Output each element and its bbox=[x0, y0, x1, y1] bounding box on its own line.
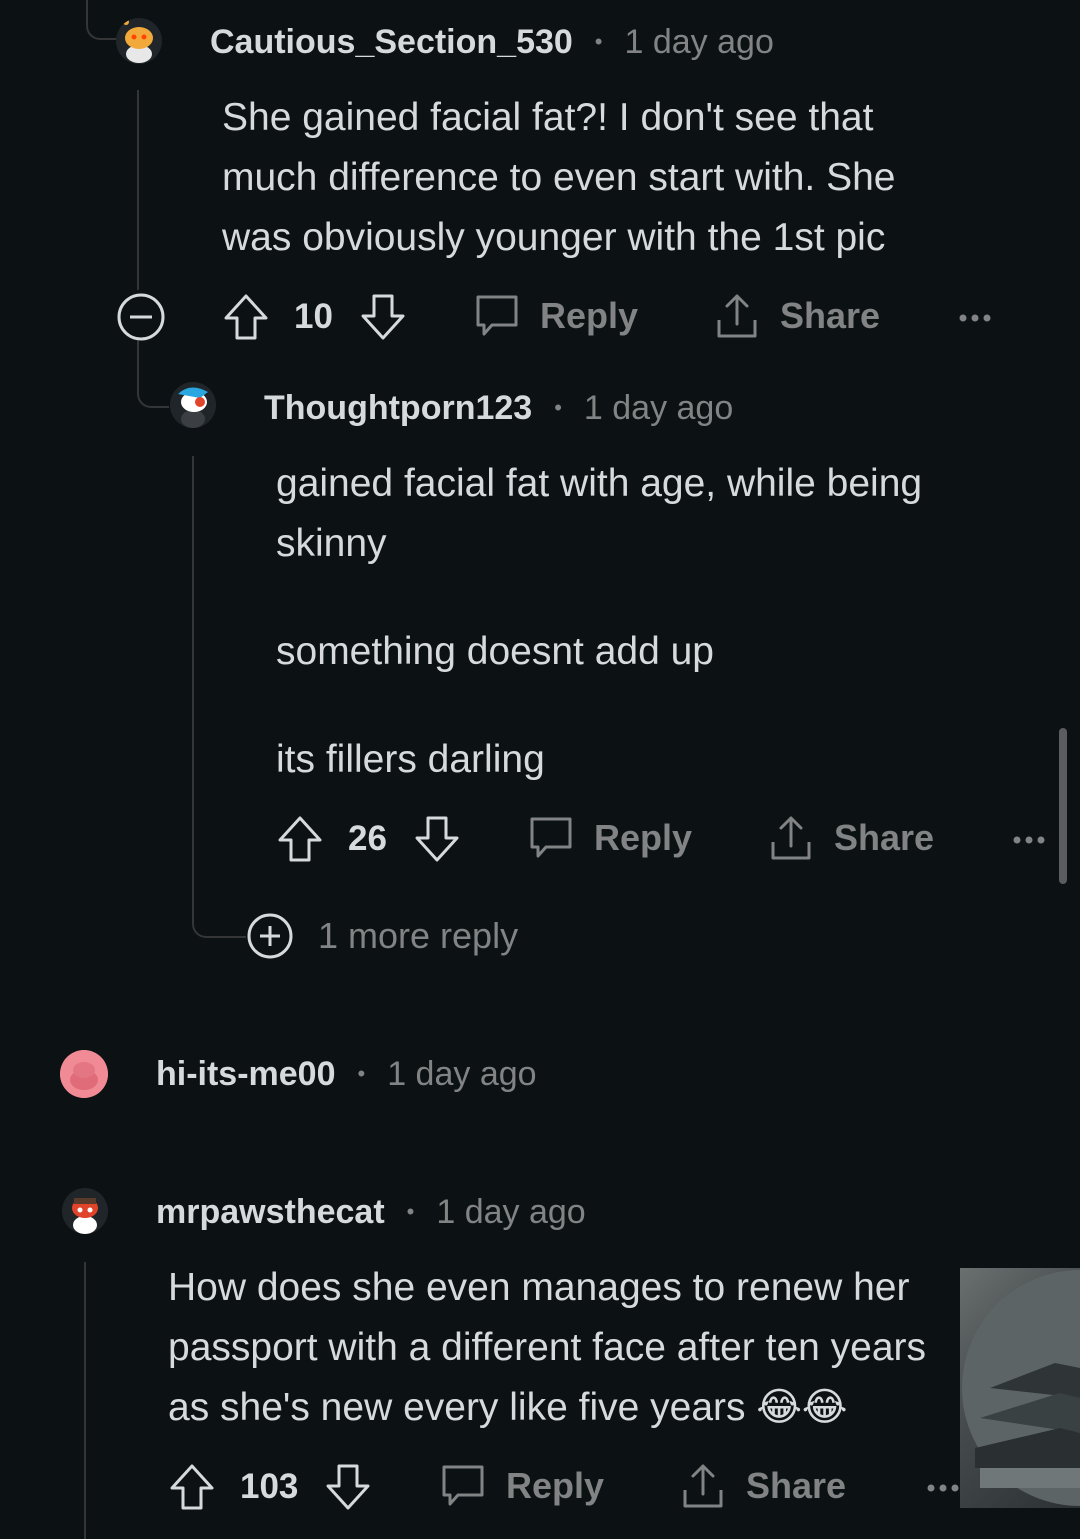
reply-button[interactable]: Reply bbox=[474, 292, 638, 340]
more-dots-icon bbox=[1013, 836, 1045, 844]
username[interactable]: hi-its-me00 bbox=[156, 1055, 336, 1094]
meta-separator: • bbox=[357, 1061, 366, 1086]
comment-line: as she's new every like five years 😂😂 bbox=[168, 1386, 848, 1429]
comment-line: much difference to even start with. She bbox=[222, 156, 896, 199]
minus-circle-icon bbox=[117, 293, 165, 341]
vote-group: 103 bbox=[168, 1462, 372, 1512]
share-button[interactable]: Share bbox=[680, 1462, 846, 1510]
comment-meta: hi-its-me00 • 1 day ago bbox=[156, 1052, 537, 1096]
share-button[interactable]: Share bbox=[714, 292, 880, 340]
more-replies-label: 1 more reply bbox=[318, 915, 519, 956]
share-upload-icon bbox=[717, 294, 757, 338]
comment-line: She gained facial fat?! I don't see that bbox=[222, 96, 874, 139]
username[interactable]: Cautious_Section_530 bbox=[210, 23, 573, 62]
share-button[interactable]: Share bbox=[768, 814, 934, 862]
meta-separator: • bbox=[594, 29, 603, 54]
thread-connector bbox=[137, 340, 169, 408]
more-options-button[interactable] bbox=[926, 1478, 960, 1503]
more-dots-icon bbox=[927, 1484, 959, 1492]
more-dots-icon bbox=[959, 314, 991, 322]
arrow-up-icon[interactable] bbox=[276, 814, 324, 864]
thread-connector bbox=[192, 456, 246, 938]
speech-bubble-icon bbox=[476, 295, 518, 336]
snoo-avatar-icon bbox=[170, 382, 216, 428]
more-replies-link[interactable]: 1 more reply bbox=[246, 912, 518, 960]
timestamp: 1 day ago bbox=[583, 388, 734, 427]
speech-bubble-icon bbox=[442, 1465, 484, 1506]
timestamp: 1 day ago bbox=[436, 1192, 586, 1231]
username[interactable]: Thoughtporn123 bbox=[264, 389, 532, 428]
comment-line: its fillers darling bbox=[276, 738, 545, 781]
timestamp: 1 day ago bbox=[387, 1054, 537, 1093]
vote-count: 26 bbox=[348, 819, 387, 858]
username[interactable]: mrpawsthecat bbox=[156, 1193, 385, 1232]
share-upload-icon bbox=[683, 1464, 723, 1508]
comment-body: How does she even manages to renew her p… bbox=[168, 1258, 926, 1438]
vote-count: 103 bbox=[240, 1467, 299, 1506]
arrow-down-icon[interactable] bbox=[324, 1462, 372, 1512]
vote-count: 10 bbox=[294, 297, 333, 336]
avatar[interactable] bbox=[116, 18, 162, 64]
speech-bubble-icon bbox=[530, 817, 572, 858]
more-options-button[interactable] bbox=[958, 308, 992, 333]
share-label: Share bbox=[746, 1465, 847, 1506]
collapse-button[interactable] bbox=[116, 292, 166, 342]
avatar[interactable] bbox=[62, 1188, 108, 1234]
avatar[interactable] bbox=[60, 1050, 108, 1098]
comment-line: skinny bbox=[276, 522, 387, 565]
share-upload-icon bbox=[771, 816, 811, 860]
vote-group: 10 bbox=[222, 292, 407, 342]
thread-connector bbox=[86, 0, 118, 40]
comment-line: was obviously younger with the 1st pic bbox=[222, 216, 886, 259]
snoo-avatar-icon bbox=[62, 1188, 108, 1234]
comment-line: gained facial fat with age, while being bbox=[276, 462, 923, 505]
thread-line bbox=[84, 1262, 86, 1539]
meta-separator: • bbox=[554, 395, 562, 420]
reply-label: Reply bbox=[594, 817, 693, 858]
comment-line: passport with a different face after ten… bbox=[168, 1326, 927, 1369]
comment-meta: mrpawsthecat • 1 day ago bbox=[156, 1190, 586, 1234]
comment-meta: Cautious_Section_530 • 1 day ago bbox=[210, 20, 774, 64]
plus-circle-icon bbox=[247, 913, 293, 959]
arrow-up-icon[interactable] bbox=[168, 1462, 216, 1512]
thread-line bbox=[137, 90, 139, 290]
more-options-button[interactable] bbox=[1012, 830, 1046, 855]
arrow-down-icon[interactable] bbox=[413, 814, 461, 864]
reply-button[interactable]: Reply bbox=[440, 1462, 604, 1510]
share-label: Share bbox=[834, 817, 935, 858]
comment-line: something doesnt add up bbox=[276, 630, 714, 673]
pagoda-image bbox=[962, 1270, 1080, 1506]
snoo-avatar-icon bbox=[116, 18, 162, 64]
meta-separator: • bbox=[406, 1199, 415, 1224]
embedded-image[interactable] bbox=[960, 1268, 1080, 1508]
comment-line: How does she even manages to renew her bbox=[168, 1266, 910, 1309]
vote-group: 26 bbox=[276, 814, 461, 864]
reply-button[interactable]: Reply bbox=[528, 814, 692, 862]
comment-body: She gained facial fat?! I don't see that… bbox=[222, 88, 895, 268]
reply-label: Reply bbox=[506, 1465, 605, 1506]
share-label: Share bbox=[780, 295, 881, 336]
snoo-avatar-icon bbox=[60, 1050, 108, 1098]
comment-body: gained facial fat with age, while being … bbox=[276, 454, 922, 790]
reply-label: Reply bbox=[540, 295, 639, 336]
scrollbar[interactable] bbox=[1059, 728, 1067, 884]
timestamp: 1 day ago bbox=[624, 22, 774, 61]
avatar[interactable] bbox=[170, 382, 216, 428]
arrow-up-icon[interactable] bbox=[222, 292, 270, 342]
arrow-down-icon[interactable] bbox=[359, 292, 407, 342]
comment-meta: Thoughtporn123 • 1 day ago bbox=[264, 386, 733, 430]
